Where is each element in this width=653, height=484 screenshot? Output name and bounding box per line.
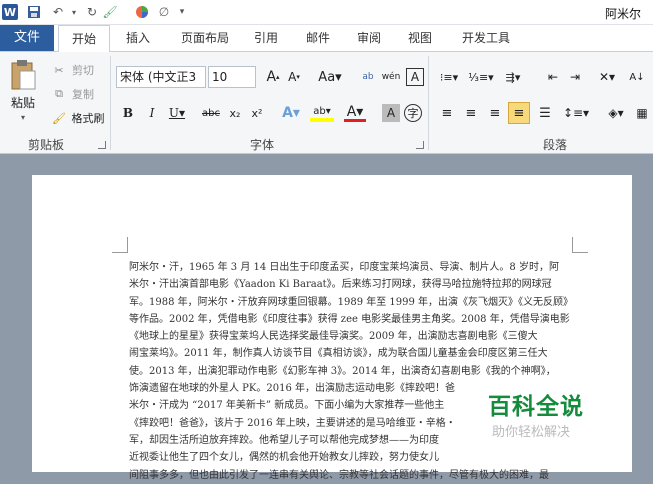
tab-insert[interactable]: 插入 [116,25,160,51]
phonetic-guide-icon[interactable]: wén [381,68,401,86]
document-text-line: 米尔・汗出演首部电影《Yaadon Ki Baraat》。后来练习打网球，获得马… [129,279,552,291]
word-logo-icon[interactable]: W [2,4,18,20]
tab-developer[interactable]: 开发工具 [452,25,520,51]
document-text-line: 等作品。2002 年，凭借电影《印度往事》获得 zee 电影奖最佳男主角奖。20… [129,313,570,325]
draw-icon[interactable]: ∅ [156,4,172,20]
save-icon[interactable] [26,4,42,20]
ribbon-tabs: 文件 开始 插入 页面布局 引用 邮件 审阅 视图 开发工具 [0,25,653,52]
cut-button[interactable]: 剪切 [68,62,98,78]
align-left-icon[interactable]: ≡ [438,104,456,122]
document-text-line: 军。1988 年，阿米尔・汗放弃网球重回银幕。1989 年至 1999 年，出演… [129,296,574,308]
document-text-line: 《地球上的星星》获得宝莱坞人民选择奖最佳导演奖。2009 年，出演励志喜剧电影《… [129,331,538,343]
distributed-icon[interactable]: ☰ [536,104,554,122]
copy-button[interactable]: 复制 [68,86,98,102]
copy-icon[interactable]: ⧉ [52,86,66,102]
tab-home[interactable]: 开始 [58,25,110,52]
multilevel-list-icon[interactable]: ⇶▾ [500,68,526,86]
clear-format-icon[interactable]: ab [358,68,378,86]
align-right-icon[interactable]: ≡ [486,104,504,122]
increase-indent-icon[interactable]: ⇥ [566,68,584,86]
document-text-line: 间阻事多多，但也由此引发了一连串有关舆论、宗教等社会话题的事件，尽管有极大的困难… [129,469,549,481]
line-spacing-icon[interactable]: ↕≡▾ [563,104,589,122]
bold-icon[interactable]: B [120,104,136,122]
paragraph-group-label: 段落 [543,138,568,152]
text-effects-icon[interactable]: A▾ [280,104,302,122]
customize-toolbar-icon[interactable]: ▾ [174,4,190,20]
document-text-line: 近视委让他生了四个女儿，偶然的机会他开始教女儿摔跤，努力使女儿 [129,452,439,464]
underline-icon[interactable]: U▾ [166,104,188,122]
undo-dropdown-icon[interactable]: ▾ [66,4,82,20]
document-text-line: 阿米尔・汗，1965 年 3 月 14 日出生于印度孟买，印度宝莱坞演员、导演、… [129,262,559,273]
char-shading-icon[interactable]: A [382,104,400,122]
clipboard-group-label: 剪贴板 [28,138,65,152]
bullets-icon[interactable]: ⁝≡▾ [436,68,462,86]
decrease-indent-icon[interactable]: ⇤ [544,68,562,86]
document-text-line: 闹宝莱坞》。2011 年，制作真人访谈节目《真相访谈》，成为联合国儿童基金会印度… [129,348,548,360]
undo-icon[interactable]: ↶ [50,4,66,20]
shrink-font-icon[interactable]: A ▾ [285,68,303,86]
tab-view[interactable]: 视图 [400,25,440,51]
tab-references[interactable]: 引用 [246,25,286,51]
font-color-icon[interactable]: A▾ [344,104,366,122]
scissors-icon[interactable]: ✂ [52,62,66,78]
borders-icon[interactable]: ▦ [632,104,652,122]
clipboard-dialog-launcher-icon[interactable] [98,141,106,149]
justify-icon[interactable]: ≡ [508,102,530,124]
shading-icon[interactable]: ◈▾ [604,104,628,122]
tab-file[interactable]: 文件 [0,25,54,51]
group-separator [428,56,429,150]
subscript-icon[interactable]: x₂ [226,104,244,122]
italic-icon[interactable]: I [144,104,160,122]
char-border-icon[interactable]: A [406,68,424,86]
font-size-dropdown[interactable]: 10 [208,66,256,88]
font-dialog-launcher-icon[interactable] [416,141,424,149]
color-wheel-icon[interactable] [134,4,150,20]
tab-review[interactable]: 审阅 [349,25,389,51]
change-case-icon[interactable]: Aa▾ [318,68,342,86]
document-text-line: 使。2013 年，出演犯罪动作电影《幻影车神 3》。2014 年，出演奇幻喜剧电… [129,365,556,377]
redo-icon[interactable]: ↻ [84,4,100,20]
watermark-title: 百科全说 [488,394,584,420]
tab-page-layout[interactable]: 页面布局 [170,25,240,51]
watermark-logo: 百科全说 助你轻松解决 [452,381,607,451]
chinese-layout-icon[interactable]: ✕▾ [594,68,620,86]
strikethrough-icon[interactable]: abc [200,104,222,122]
format-painter-button[interactable]: 格式刷 [68,110,108,126]
window-title: 阿米尔 [604,7,641,21]
font-name-dropdown[interactable]: 宋体 (中文正3 [116,66,206,88]
format-brush-icon[interactable]: 🖌 [102,4,118,20]
paste-dropdown-icon[interactable]: ▾ [18,112,28,122]
superscript-icon[interactable]: x² [248,104,266,122]
enclose-char-icon[interactable]: 字 [404,104,422,122]
numbering-icon[interactable]: ⅓≡▾ [468,68,494,86]
tab-mailings[interactable]: 邮件 [296,25,340,51]
title-bar: W ↶ ▾ ↻ 🖌 ∅ ▾ 阿米尔 [0,0,653,25]
margin-corner-mark [112,237,128,253]
margin-corner-mark [572,237,588,253]
highlight-icon[interactable]: ab▾ [310,104,334,122]
paste-button[interactable]: 粘贴 [6,94,40,110]
sort-icon[interactable]: A↓ [626,68,648,86]
document-area: 阿米尔・汗，1965 年 3 月 14 日出生于印度孟买，印度宝莱坞演员、导演、… [0,155,653,481]
ribbon-home: 粘贴 ▾ ✂ 剪切 ⧉ 复制 🖌 格式刷 剪贴板 宋体 (中文正3 10 A ▴ … [0,51,653,154]
paste-icon[interactable] [8,58,38,94]
grow-font-icon[interactable]: A ▴ [264,68,282,86]
watermark-subtitle: 助你轻松解决 [492,425,571,440]
format-painter-icon[interactable]: 🖌 [52,110,66,126]
font-group-label: 字体 [250,138,275,152]
align-center-icon[interactable]: ≡ [462,104,480,122]
group-separator [110,56,111,150]
